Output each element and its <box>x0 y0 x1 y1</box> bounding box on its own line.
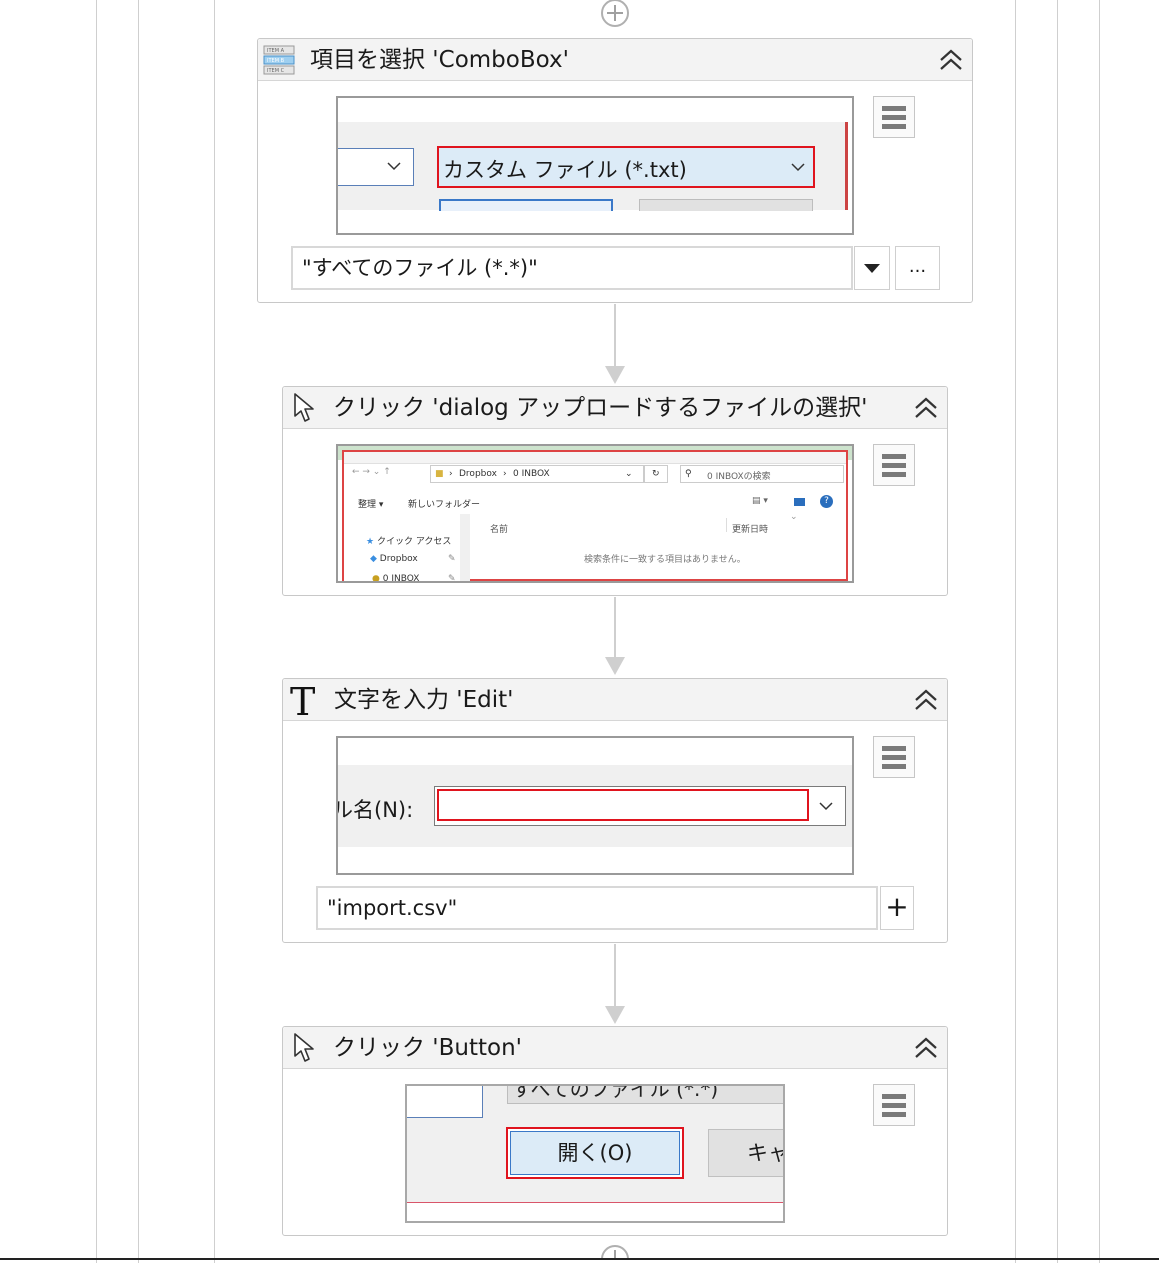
sequence-connector <box>614 304 616 370</box>
element-screenshot: すべてのファイル (*.*) 開く(O) キャ <box>405 1084 785 1223</box>
add-activity-icon[interactable] <box>599 0 631 28</box>
item-value-input[interactable]: "すべてのファイル (*.*)" <box>291 246 853 290</box>
svg-text:ITEM B: ITEM B <box>267 58 285 64</box>
cursor-click-icon <box>294 1033 314 1062</box>
field-label: ル名(N): <box>336 798 414 822</box>
target-combobox: カスタム ファイル (*.txt) <box>437 146 815 188</box>
activity-select-item[interactable]: ITEM A ITEM B ITEM C 項目を選択 'ComboBox' カス… <box>257 38 973 303</box>
address-bar: ■ › Dropbox › 0 INBOX ⌄ <box>430 465 644 483</box>
canvas-column-line <box>1015 0 1016 1263</box>
cancel-button-partial: キャ <box>708 1129 783 1177</box>
add-activity-icon[interactable] <box>599 1244 631 1258</box>
activity-menu-button[interactable] <box>873 1084 915 1126</box>
dialog-search-box: ⚲ 0 INBOXの検索 <box>680 465 844 483</box>
activity-title: クリック 'dialog アップロードするファイルの選択' <box>333 395 868 421</box>
file-dialog-frame: ← → ⌄ ↑ ■ › Dropbox › 0 INBOX ⌄ ↻ ⚲ 0 IN… <box>342 450 848 581</box>
element-screenshot: ← → ⌄ ↑ ■ › Dropbox › 0 INBOX ⌄ ↻ ⚲ 0 IN… <box>336 444 854 583</box>
target-edit-field <box>437 789 809 821</box>
collapse-icon[interactable] <box>913 395 939 421</box>
svg-text:ITEM C: ITEM C <box>267 68 285 74</box>
chevron-down-icon <box>819 802 833 811</box>
svg-text:T: T <box>290 682 315 718</box>
arrow-down-icon <box>605 366 625 384</box>
activity-header[interactable]: T 文字を入力 'Edit' <box>283 679 947 721</box>
collapse-icon[interactable] <box>913 1035 939 1061</box>
activity-type-into[interactable]: T 文字を入力 'Edit' ル名(N): "import.csv" + <box>282 678 948 943</box>
arrow-down-icon <box>605 657 625 675</box>
plus-icon[interactable]: + <box>880 886 914 930</box>
chevron-down-icon <box>387 162 401 171</box>
arrow-down-icon <box>605 1006 625 1024</box>
dropdown-button[interactable] <box>854 246 890 290</box>
canvas-column-line <box>1099 0 1100 1263</box>
sequence-connector <box>614 597 616 659</box>
activity-click-dialog[interactable]: クリック 'dialog アップロードするファイルの選択' ← → ⌄ ↑ ■ … <box>282 386 948 596</box>
text-value-input[interactable]: "import.csv" <box>316 886 878 930</box>
canvas-column-line <box>138 0 139 1263</box>
caret-down-icon <box>864 264 880 273</box>
activity-header[interactable]: クリック 'Button' <box>283 1027 947 1069</box>
collapse-icon[interactable] <box>938 47 964 73</box>
left-combobox <box>338 148 414 186</box>
canvas-column-line <box>1057 0 1058 1263</box>
help-icon: ? <box>820 495 833 508</box>
target-open-button: 開く(O) <box>506 1127 684 1179</box>
activity-menu-button[interactable] <box>873 96 915 138</box>
collapse-icon[interactable] <box>913 687 939 713</box>
filename-combobox <box>434 786 846 826</box>
activity-title: 文字を入力 'Edit' <box>334 687 514 713</box>
activity-click-button[interactable]: クリック 'Button' すべてのファイル (*.*) 開く(O) キャ <box>282 1026 948 1236</box>
more-options-button[interactable]: ... <box>895 246 940 290</box>
sequence-connector <box>614 944 616 1008</box>
combobox-text: カスタム ファイル (*.txt) <box>443 158 687 182</box>
svg-text:ITEM A: ITEM A <box>267 48 285 54</box>
canvas-column-line <box>96 0 97 1263</box>
activity-header[interactable]: ITEM A ITEM B ITEM C 項目を選択 'ComboBox' <box>258 39 972 81</box>
activity-title: クリック 'Button' <box>333 1035 522 1061</box>
activity-menu-button[interactable] <box>873 444 915 486</box>
activity-menu-button[interactable] <box>873 736 915 778</box>
chevron-down-icon <box>791 163 805 172</box>
combobox-select-icon: ITEM A ITEM B ITEM C <box>263 45 295 75</box>
window-bottom-edge <box>0 1258 1159 1260</box>
element-screenshot: カスタム ファイル (*.txt) <box>336 96 854 235</box>
activity-header[interactable]: クリック 'dialog アップロードするファイルの選択' <box>283 387 947 429</box>
canvas-column-line <box>214 0 215 1263</box>
type-text-icon: T <box>290 682 315 718</box>
element-screenshot: ル名(N): <box>336 736 854 875</box>
activity-title: 項目を選択 'ComboBox' <box>310 47 569 73</box>
cursor-click-icon <box>294 393 314 422</box>
